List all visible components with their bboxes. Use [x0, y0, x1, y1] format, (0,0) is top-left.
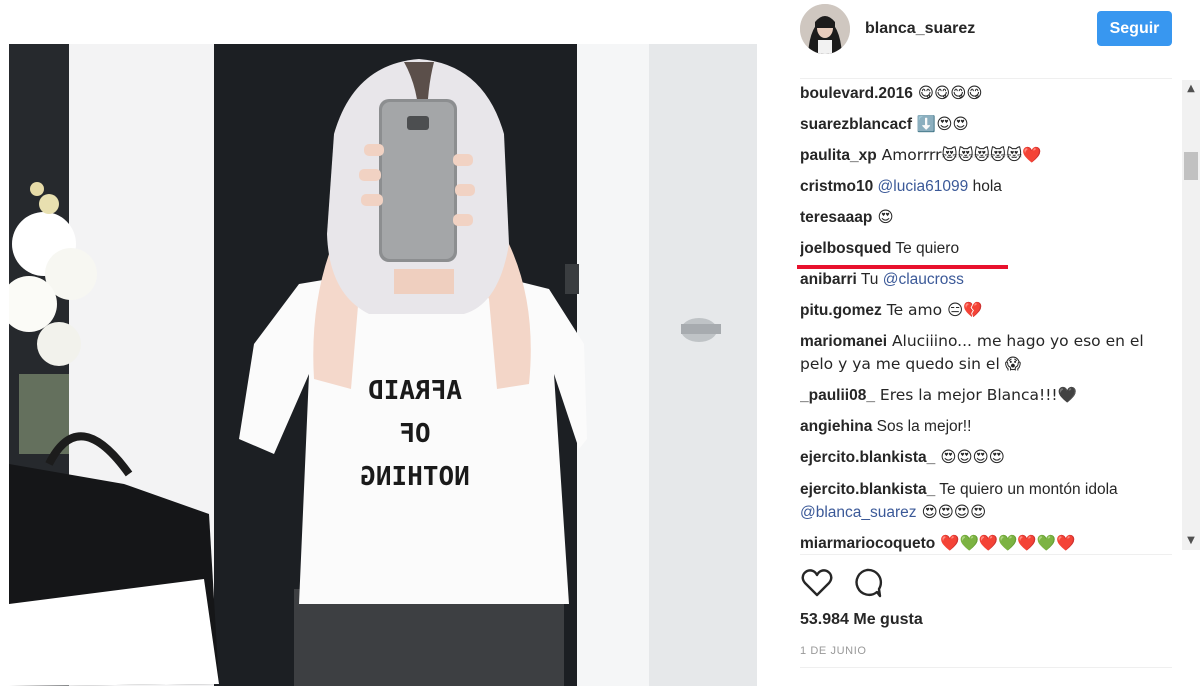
comment-username[interactable]: cristmo10 — [800, 178, 873, 195]
comment-text: Amorrrr😻😻😻😻😻❤️ — [876, 146, 1042, 164]
comment-username[interactable]: anibarri — [800, 271, 857, 288]
heart-outline-icon[interactable] — [800, 566, 834, 600]
highlight-underline — [797, 265, 1008, 269]
comment-mention[interactable]: @lucia61099 — [873, 178, 969, 195]
post-date: 1 DE JUNIO — [800, 645, 867, 657]
post-photo: AFRAID OF NOTHING — [9, 44, 757, 686]
comment-username[interactable]: _pauliі08_ — [800, 387, 875, 404]
comment-text: Tu — [856, 271, 879, 288]
header-divider — [800, 78, 1172, 79]
avatar[interactable] — [800, 4, 850, 54]
comment-mention[interactable]: @blanca_suarez — [800, 504, 917, 521]
comment-item: angiehina Sos la mejor!! — [800, 415, 1172, 438]
comment-item: pitu.gomez Te amo 😑💔 — [800, 299, 1172, 322]
comment-username[interactable]: teresaaap — [800, 209, 872, 226]
comment-item: suarezblancacf ⬇️😍😍 — [800, 113, 1172, 136]
post-sidebar: blanca_suarez Seguir boulevard.2016 😋😋😋😋… — [780, 0, 1200, 697]
comment-item: anibarri Tu @claucross — [800, 268, 1172, 291]
comment-text: Te quiero un montón idola — [935, 481, 1118, 498]
comment-item: boulevard.2016 😋😋😋😋 — [800, 82, 1172, 105]
comment-bubble-icon[interactable] — [850, 566, 884, 600]
comment-item: ejercito.blankista_ 😍😍😍😍 — [800, 446, 1172, 469]
comment-text: Sos la mejor!! — [872, 418, 972, 435]
follow-button[interactable]: Seguir — [1097, 11, 1172, 46]
comment-text: 😍😍😍😍 — [935, 448, 1005, 466]
shirt-text-line-1: AFRAID — [368, 376, 462, 406]
shirt-text-line-3: NOTHING — [360, 462, 470, 492]
scroll-down-arrow-icon[interactable]: ▼ — [1182, 532, 1200, 550]
footer-divider — [800, 667, 1172, 668]
comment-item: miarmarioсoqueto ❤️💚❤️💚❤️💚❤️ — [800, 532, 1172, 554]
comment-item: teresaaap 😍 — [800, 206, 1172, 229]
comment-text: Te amo 😑💔 — [881, 301, 983, 319]
shirt-text-line-2: OF — [399, 419, 430, 449]
comment-username[interactable]: paulita_xp — [800, 147, 877, 164]
comments-divider — [800, 554, 1172, 555]
post-header: blanca_suarez Seguir — [780, 0, 1180, 70]
comment-text: Eres la mejor Blanca!!!🖤 — [874, 386, 1077, 404]
scroll-up-arrow-icon[interactable]: ▲ — [1182, 80, 1200, 98]
comment-item: mariomanei Aluciiino... me hago yo eso e… — [800, 330, 1172, 376]
comment-text: Te quiero — [891, 240, 960, 257]
comment-item-highlighted: joelbosqued Te quiero — [800, 237, 1172, 260]
comment-item: cristmo10 @lucia61099 hola — [800, 175, 1172, 198]
comment-text: 😍 — [872, 208, 894, 226]
comment-username[interactable]: ejercito.blankista_ — [800, 449, 935, 466]
action-bar — [800, 566, 1172, 600]
comment-username[interactable]: ejercito.blankista_ — [800, 481, 935, 498]
comments-scrollbar[interactable]: ▲ ▼ — [1182, 80, 1200, 550]
comment-username[interactable]: pitu.gomez — [800, 302, 882, 319]
comment-text: ❤️💚❤️💚❤️💚❤️ — [935, 534, 1076, 552]
comment-username[interactable]: mariomanei — [800, 333, 887, 350]
post-username[interactable]: blanca_suarez — [865, 20, 975, 38]
comment-text: hola — [968, 178, 1002, 195]
comment-mention[interactable]: @claucross — [878, 271, 964, 288]
comment-item: ejercito.blankista_ Te quiero un montón … — [800, 478, 1172, 524]
likes-count[interactable]: 53.984 Me gusta — [800, 611, 923, 629]
scroll-thumb[interactable] — [1184, 152, 1198, 180]
comment-item: paulita_xp Amorrrr😻😻😻😻😻❤️ — [800, 144, 1172, 167]
comment-text: 😋😋😋😋 — [912, 84, 983, 102]
comment-username[interactable]: joelbosqued — [800, 240, 891, 257]
comment-text: ⬇️😍😍 — [912, 115, 969, 133]
comment-username[interactable]: angiehina — [800, 418, 872, 435]
comment-username[interactable]: boulevard.2016 — [800, 85, 913, 102]
comment-item: _pauliі08_ Eres la mejor Blanca!!!🖤 — [800, 384, 1172, 407]
comments-list[interactable]: boulevard.2016 😋😋😋😋 suarezblancacf ⬇️😍😍 … — [800, 80, 1172, 554]
comment-emoji: 😍😍😍😍 — [916, 503, 987, 521]
comment-username[interactable]: miarmarioсoqueto — [800, 535, 935, 552]
comment-username[interactable]: suarezblancacf — [800, 116, 912, 133]
